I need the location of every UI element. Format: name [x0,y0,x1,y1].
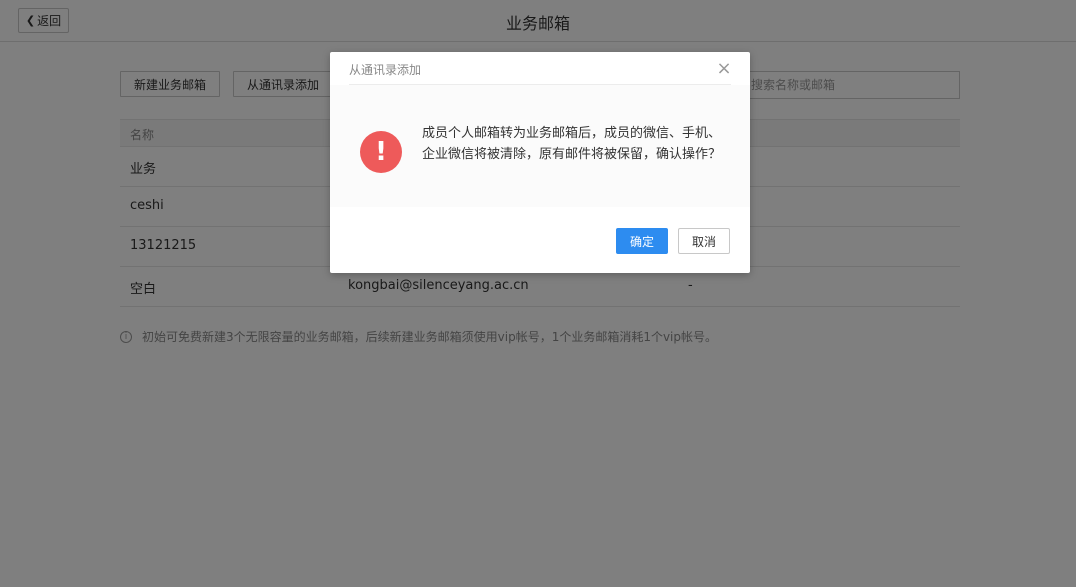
close-icon[interactable]: × [715,60,733,78]
warning-icon: ! [360,131,402,173]
cancel-button[interactable]: 取消 [678,228,730,254]
dialog-divider [349,84,731,85]
dialog-message: 成员个人邮箱转为业务邮箱后，成员的微信、手机、企业微信将被清除，原有邮件将被保留… [422,126,722,162]
confirm-button[interactable]: 确定 [616,228,668,254]
dialog-title: 从通讯录添加 [349,63,422,77]
confirm-dialog: 从通讯录添加 × ! 成员个人邮箱转为业务邮箱后，成员的微信、手机、企业微信将被… [330,52,750,273]
